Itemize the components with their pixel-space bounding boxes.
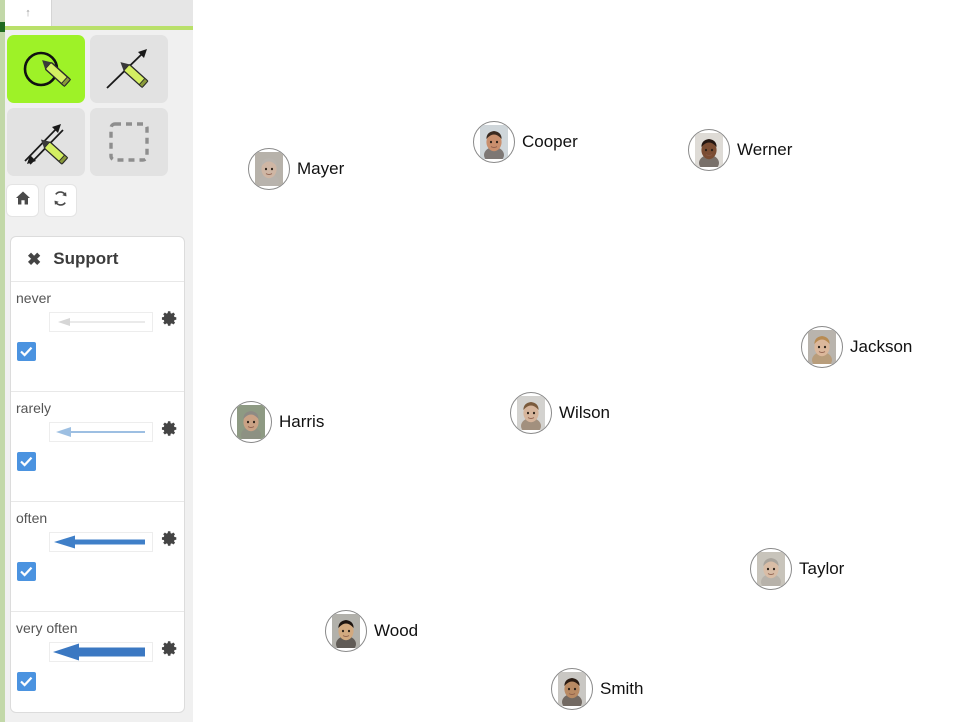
left-accent-strip <box>0 0 5 722</box>
node-label: Smith <box>600 679 644 698</box>
dashed-rectangle-icon <box>100 117 158 167</box>
avatar <box>248 148 290 190</box>
node-label: Wood <box>374 621 419 640</box>
tab-active[interactable]: ↑ <box>5 0 52 26</box>
network-node[interactable]: Smith <box>551 668 643 710</box>
avatar <box>230 401 272 443</box>
tab-accent-line <box>5 26 193 30</box>
action-bar <box>7 185 76 216</box>
legend-item-often: often <box>11 501 184 611</box>
network-node[interactable]: Mayer <box>248 148 344 190</box>
legend-title: Support <box>53 249 119 268</box>
avatar-photo <box>480 125 508 159</box>
legend-header: ✖ Support <box>11 237 184 281</box>
tool-palette <box>7 35 175 181</box>
avatar-photo <box>558 672 586 706</box>
home-icon <box>15 190 31 211</box>
sidebar: ↑ ✖ Support never rarely often very ofte… <box>0 0 193 722</box>
close-icon[interactable]: ✖ <box>27 251 41 268</box>
gear-icon[interactable] <box>161 640 178 662</box>
node-label: Wilson <box>559 403 611 422</box>
avatar <box>325 610 367 652</box>
network-canvas[interactable]: Mayer Cooper Werner Jackson Harris Wilson Tayl… <box>193 0 954 722</box>
legend-item-checkbox[interactable] <box>17 672 36 691</box>
legend-arrow-preview <box>49 312 153 332</box>
avatar <box>750 548 792 590</box>
network-node[interactable]: Wilson <box>510 392 610 434</box>
node-label: Werner <box>737 140 793 159</box>
avatar <box>801 326 843 368</box>
avatar-photo <box>517 396 545 430</box>
legend-item-label: rarely <box>16 400 52 416</box>
legend-item-checkbox[interactable] <box>17 452 36 471</box>
avatar-photo <box>255 152 283 186</box>
tool-row-2 <box>7 108 175 176</box>
legend-item-label: very often <box>16 620 78 636</box>
node-label: Jackson <box>850 337 913 356</box>
app-root: ↑ ✖ Support never rarely often very ofte… <box>0 0 954 722</box>
arrow-pencil-icon <box>100 44 158 94</box>
gear-icon[interactable] <box>161 530 178 552</box>
legend-item-checkbox[interactable] <box>17 342 36 361</box>
avatar-photo <box>332 614 360 648</box>
home-button[interactable] <box>7 185 38 216</box>
legend-item-never: never <box>11 281 184 391</box>
network-node[interactable]: Werner <box>688 129 792 171</box>
legend-panel: ✖ Support never rarely often very often <box>10 236 185 713</box>
select-region-tool-button[interactable] <box>90 108 168 176</box>
network-node[interactable]: Jackson <box>801 326 912 368</box>
double-arrow-pencil-icon <box>17 117 75 167</box>
gear-icon[interactable] <box>161 420 178 442</box>
avatar-photo <box>237 405 265 439</box>
node-label: Taylor <box>799 559 845 578</box>
network-node[interactable]: Wood <box>325 610 418 652</box>
avatar-photo <box>808 330 836 364</box>
node-edit-tool-button[interactable] <box>7 35 85 103</box>
node-label: Harris <box>279 412 325 431</box>
refresh-button[interactable] <box>45 185 76 216</box>
tool-row-1 <box>7 35 175 103</box>
gear-icon[interactable] <box>161 310 178 332</box>
avatar <box>473 121 515 163</box>
legend-arrow-preview <box>49 642 153 662</box>
refresh-icon <box>52 190 69 212</box>
avatar <box>551 668 593 710</box>
legend-item-label: often <box>16 510 48 526</box>
legend-arrow-preview <box>49 422 153 442</box>
tab-bar: ↑ <box>5 0 193 26</box>
legend-item-checkbox[interactable] <box>17 562 36 581</box>
avatar-photo <box>695 133 723 167</box>
avatar-photo <box>757 552 785 586</box>
legend-item-rarely: rarely <box>11 391 184 501</box>
legend-item-very-often: very often <box>11 611 184 712</box>
node-label: Mayer <box>297 159 345 178</box>
node-pencil-icon <box>17 44 75 94</box>
network-node[interactable]: Taylor <box>750 548 844 590</box>
bidirectional-edge-tool-button[interactable] <box>7 108 85 176</box>
network-node[interactable]: Harris <box>230 401 324 443</box>
network-node[interactable]: Cooper <box>473 121 578 163</box>
avatar <box>688 129 730 171</box>
node-label: Cooper <box>522 132 578 151</box>
legend-arrow-preview <box>49 532 153 552</box>
legend-item-label: never <box>16 290 52 306</box>
avatar <box>510 392 552 434</box>
directed-edge-tool-button[interactable] <box>90 35 168 103</box>
